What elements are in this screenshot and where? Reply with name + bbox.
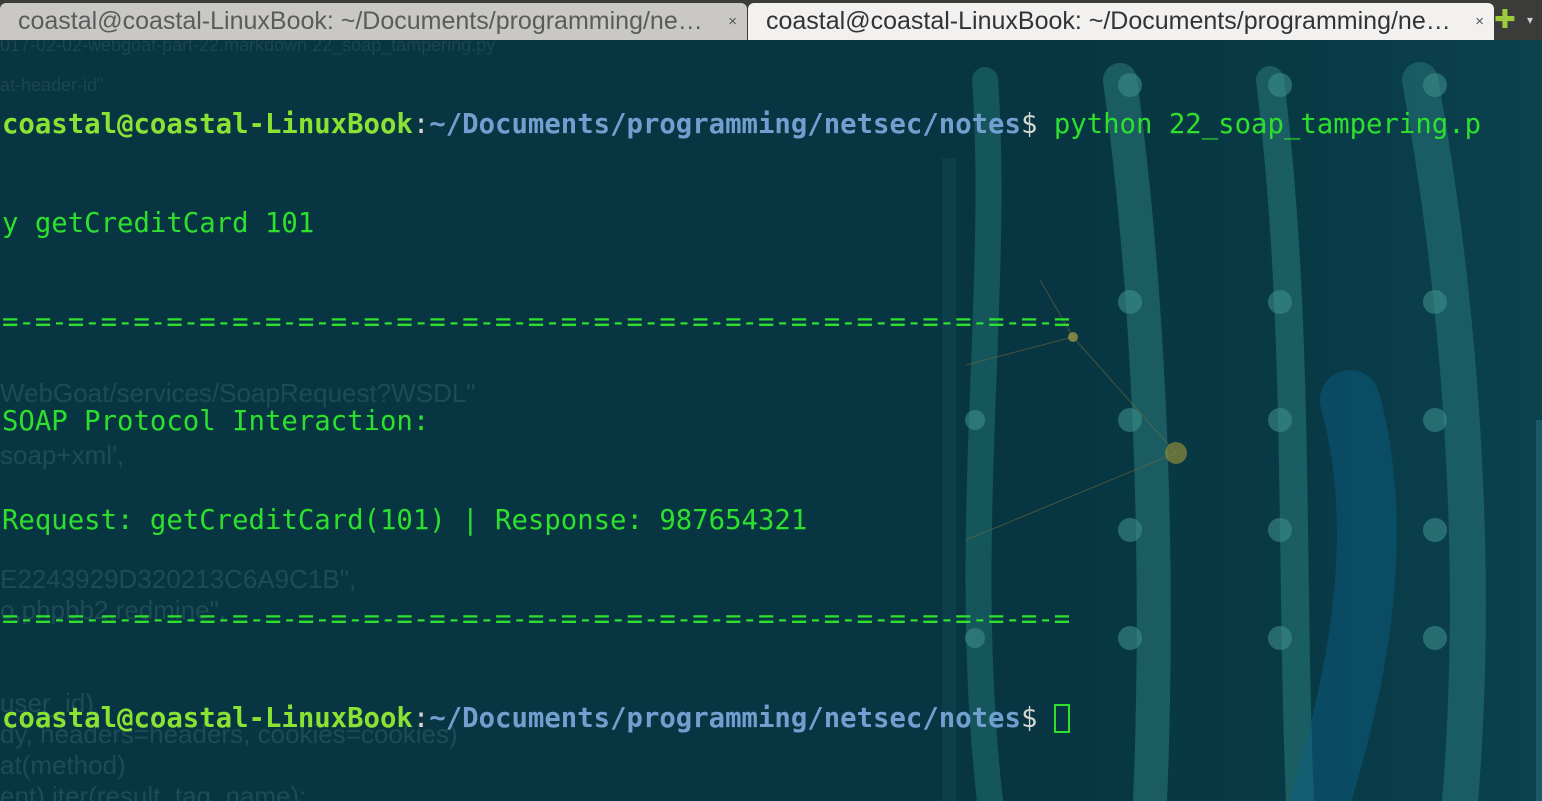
prompt-line[interactable]: coastal@coastal-LinuxBook:~/Documents/pr… xyxy=(2,702,1481,735)
close-icon[interactable]: × xyxy=(1475,3,1484,40)
command-text: python 22_soap_tampering.p xyxy=(1053,109,1482,140)
command-text-continued: y getCreditCard 101 xyxy=(2,208,315,239)
prompt-dollar: $ xyxy=(1020,109,1054,140)
scrollbar[interactable] xyxy=(1536,420,1542,801)
close-icon[interactable]: × xyxy=(728,3,737,40)
prompt-user-host: coastal@coastal-LinuxBook xyxy=(2,703,413,734)
prompt-separator: : xyxy=(412,703,430,734)
chevron-down-icon[interactable]: ▾ xyxy=(1520,5,1540,35)
tab-title: coastal@coastal-LinuxBook: ~/Documents/p… xyxy=(766,7,1456,35)
tab-terminal-1[interactable]: coastal@coastal-LinuxBook: ~/Documents/p… xyxy=(0,3,747,40)
tab-terminal-2[interactable]: coastal@coastal-LinuxBook: ~/Documents/p… xyxy=(748,3,1494,40)
tab-title: coastal@coastal-LinuxBook: ~/Documents/p… xyxy=(18,7,708,35)
new-tab-icon[interactable]: ✚ xyxy=(1494,5,1516,35)
output-result: Request: getCreditCard(101) | Response: … xyxy=(2,504,1481,537)
text-cursor xyxy=(1053,704,1070,733)
output-separator: =-=-=-=-=-=-=-=-=-=-=-=-=-=-=-=-=-=-=-=-… xyxy=(2,306,1481,339)
separator-text: =-=-=-=-=-=-=-=-=-=-=-=-=-=-=-=-=-=-=-=-… xyxy=(2,604,1071,635)
terminal-view[interactable]: 017-02-02-webgoat-part-22.markdown 22_so… xyxy=(0,40,1542,801)
prompt-user-host: coastal@coastal-LinuxBook xyxy=(2,109,413,140)
command-line: coastal@coastal-LinuxBook:~/Documents/pr… xyxy=(2,108,1481,141)
prompt-separator: : xyxy=(412,109,430,140)
prompt-path: ~/Documents/programming/netsec/notes xyxy=(429,109,1021,140)
prompt-path: ~/Documents/programming/netsec/notes xyxy=(429,703,1021,734)
output-title-text: SOAP Protocol Interaction: xyxy=(2,406,430,437)
separator-text: =-=-=-=-=-=-=-=-=-=-=-=-=-=-=-=-=-=-=-=-… xyxy=(2,307,1071,338)
output-title: SOAP Protocol Interaction: xyxy=(2,405,1481,438)
prompt-dollar: $ xyxy=(1020,703,1054,734)
terminal-output: coastal@coastal-LinuxBook:~/Documents/pr… xyxy=(2,42,1481,801)
command-wrap: y getCreditCard 101 xyxy=(2,207,1481,240)
output-result-text: Request: getCreditCard(101) | Response: … xyxy=(2,505,808,536)
output-separator: =-=-=-=-=-=-=-=-=-=-=-=-=-=-=-=-=-=-=-=-… xyxy=(2,603,1481,636)
tab-bar: coastal@coastal-LinuxBook: ~/Documents/p… xyxy=(0,0,1542,40)
